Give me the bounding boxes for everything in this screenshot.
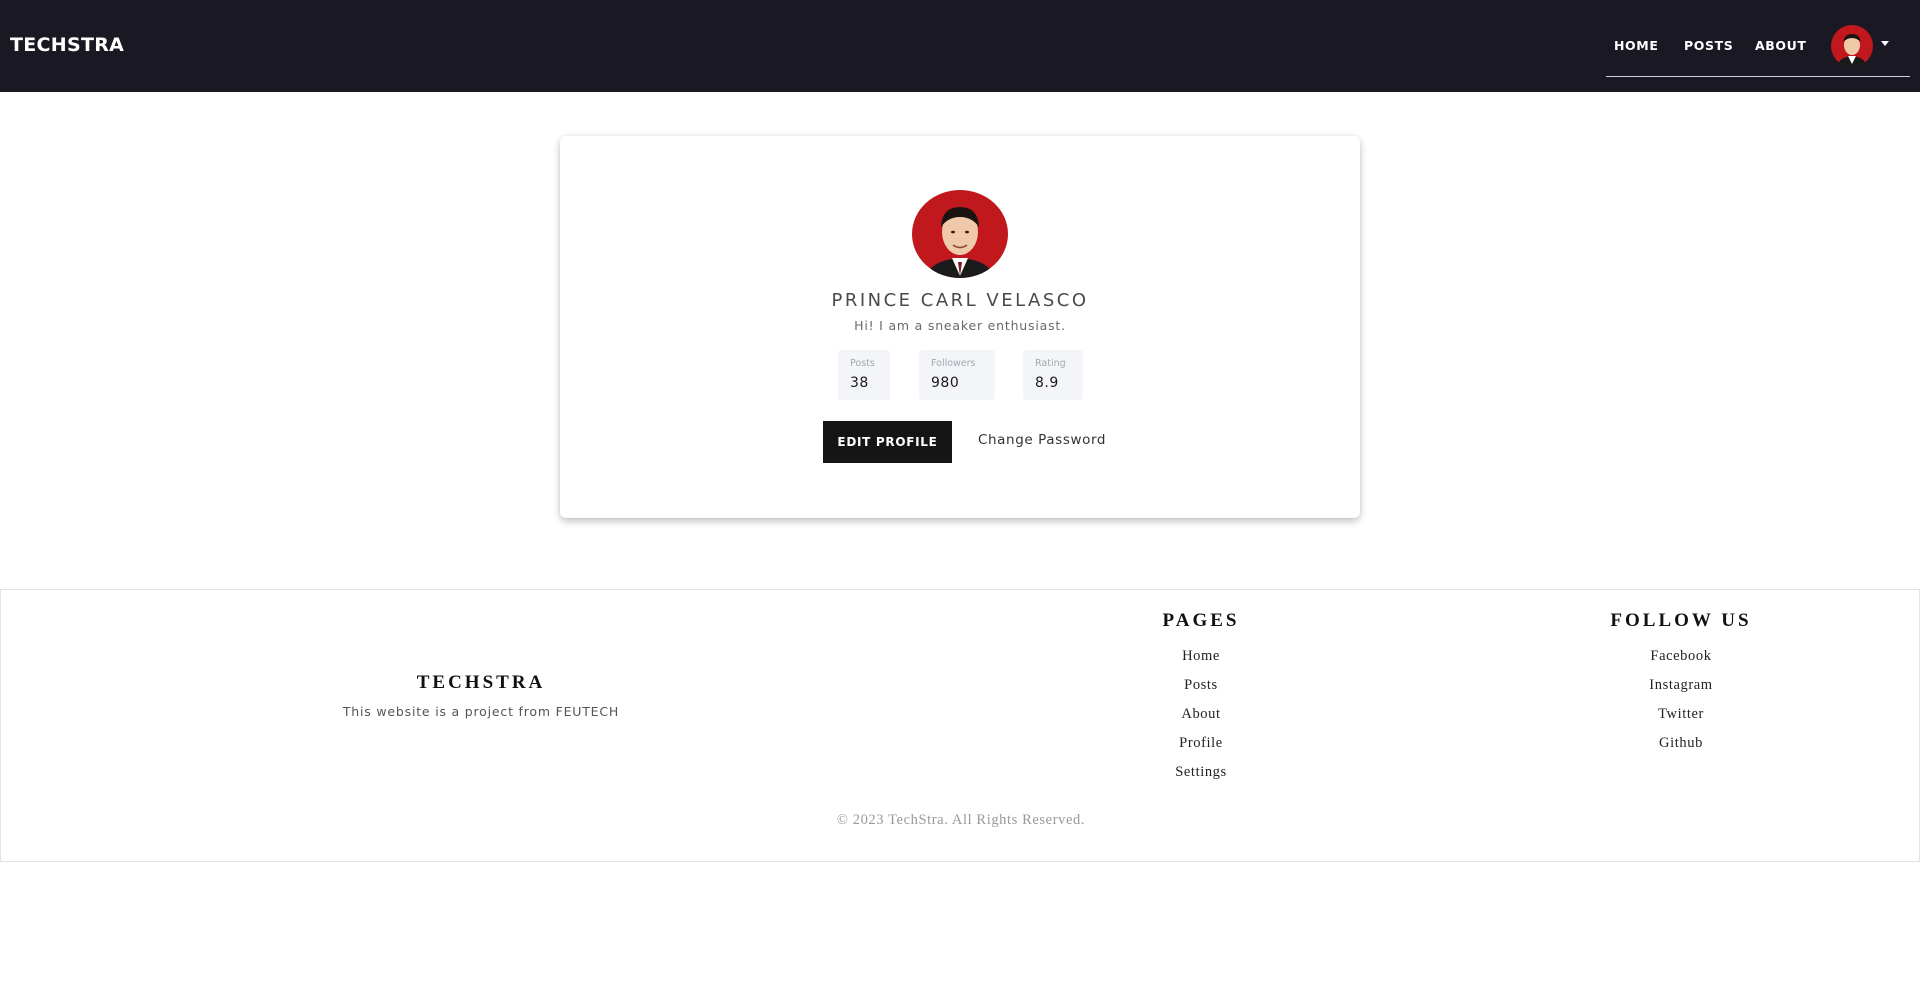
footer-follow-title: FOLLOW US	[1610, 610, 1752, 631]
user-avatar-icon	[1831, 25, 1873, 67]
nav-divider	[1606, 76, 1910, 77]
footer-link-github[interactable]: Github	[1561, 729, 1801, 758]
stat-label: Rating	[1035, 358, 1066, 369]
nav-link-posts[interactable]: POSTS	[1684, 38, 1733, 53]
footer-copyright: © 2023 TechStra. All Rights Reserved.	[836, 812, 1086, 828]
stat-label: Followers	[931, 358, 976, 369]
footer-link-home[interactable]: Home	[1081, 642, 1321, 671]
footer-brand: TECHSTRA	[416, 672, 546, 693]
footer-link-posts[interactable]: Posts	[1081, 671, 1321, 700]
profile-name: PRINCE CARL VELASCO	[831, 290, 1089, 311]
user-avatar-button[interactable]	[1831, 25, 1873, 67]
stat-label: Posts	[850, 358, 875, 369]
nav-link-about[interactable]: ABOUT	[1755, 38, 1807, 53]
footer-tagline: This website is a project from FEUTECH	[342, 704, 620, 719]
stat-value: 8.9	[1035, 375, 1059, 391]
stat-value: 38	[850, 375, 869, 391]
top-navbar: TECHSTRA HOME POSTS ABOUT	[0, 0, 1920, 92]
stat-posts: Posts 38	[838, 350, 890, 400]
edit-profile-button[interactable]: EDIT PROFILE	[823, 421, 952, 463]
profile-avatar	[912, 190, 1008, 278]
footer-link-about[interactable]: About	[1081, 700, 1321, 729]
profile-card: PRINCE CARL VELASCO Hi! I am a sneaker e…	[560, 136, 1360, 518]
site-footer: TECHSTRA This website is a project from …	[0, 589, 1920, 862]
stat-value: 980	[931, 375, 960, 391]
nav-link-home[interactable]: HOME	[1614, 38, 1658, 53]
brand-logo[interactable]: TECHSTRA	[10, 34, 124, 56]
user-avatar-icon	[912, 190, 1008, 278]
footer-link-twitter[interactable]: Twitter	[1561, 700, 1801, 729]
footer-pages-title: PAGES	[1162, 610, 1240, 631]
footer-link-profile[interactable]: Profile	[1081, 729, 1321, 758]
footer-link-settings[interactable]: Settings	[1081, 758, 1321, 787]
profile-bio: Hi! I am a sneaker enthusiast.	[854, 318, 1066, 333]
footer-link-facebook[interactable]: Facebook	[1561, 642, 1801, 671]
footer-link-instagram[interactable]: Instagram	[1561, 671, 1801, 700]
change-password-link[interactable]: Change Password	[978, 432, 1106, 448]
caret-down-icon[interactable]	[1881, 41, 1889, 46]
stat-rating: Rating 8.9	[1023, 350, 1083, 400]
footer-pages-column: PAGES Home Posts About Profile Settings	[1081, 610, 1321, 787]
stat-followers: Followers 980	[919, 350, 995, 400]
footer-follow-column: FOLLOW US Facebook Instagram Twitter Git…	[1561, 610, 1801, 758]
